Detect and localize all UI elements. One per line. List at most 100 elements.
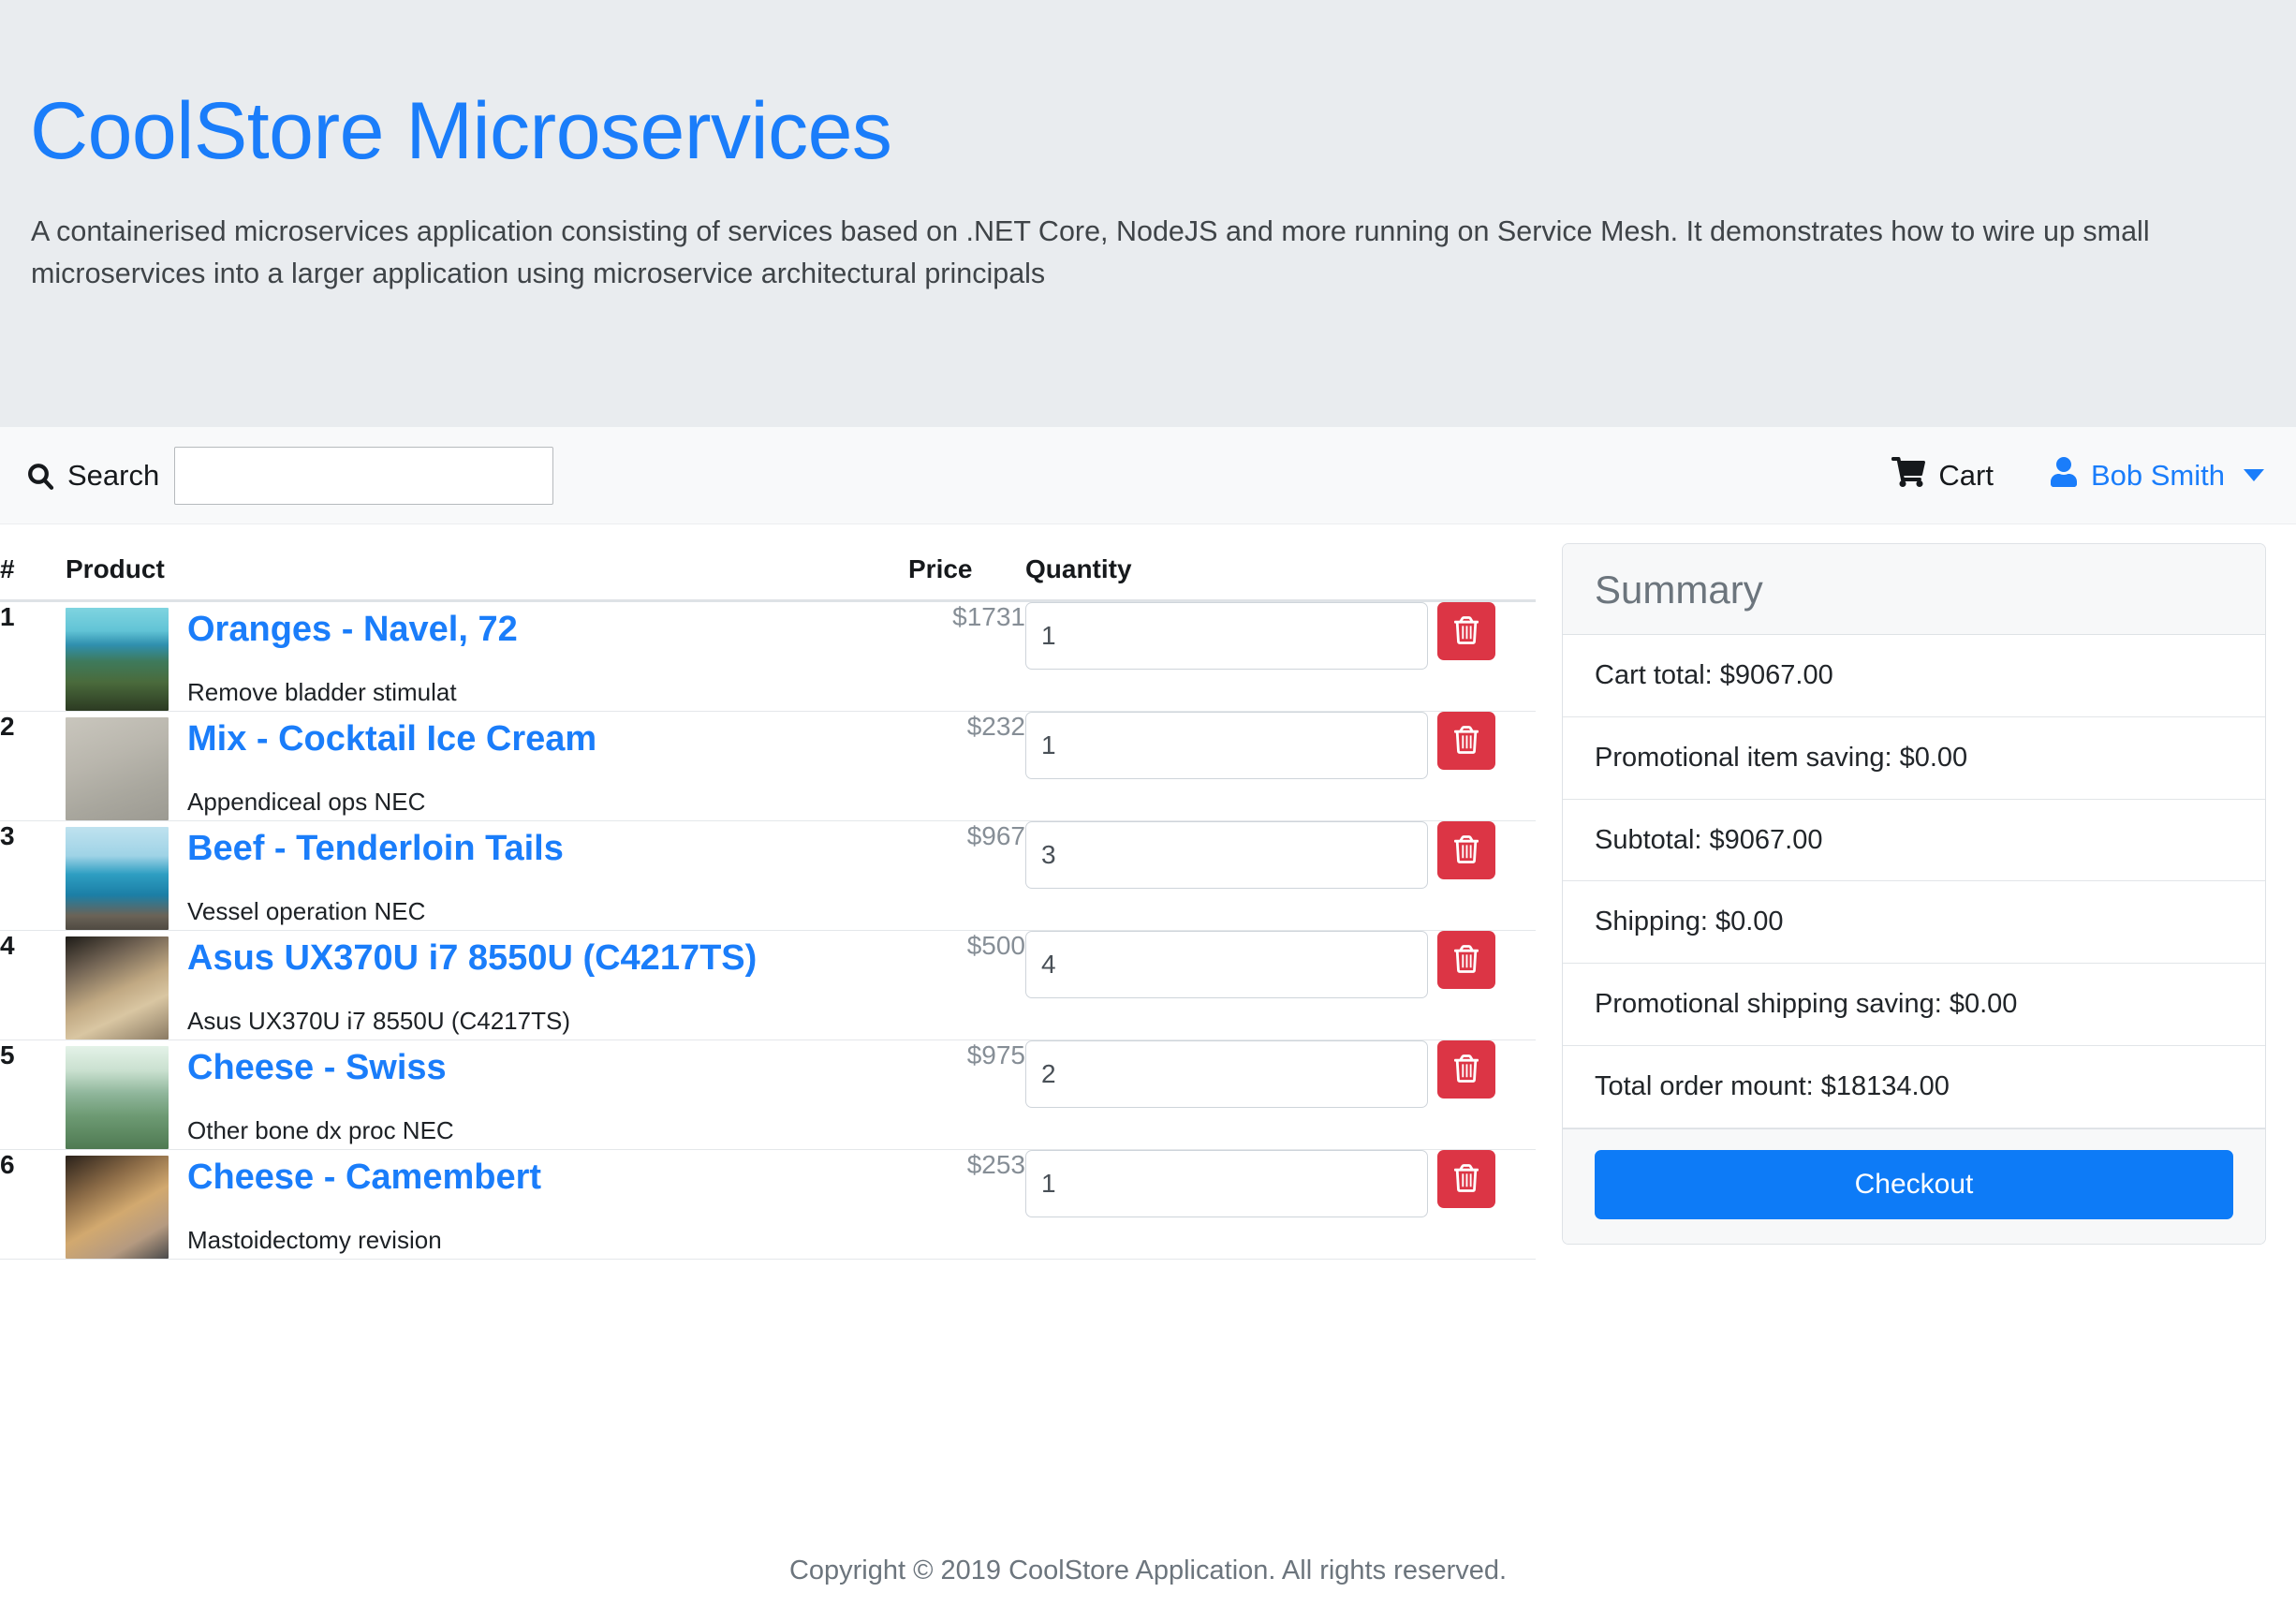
row-price: $1731 (908, 600, 1025, 712)
product-description: Mastoidectomy revision (187, 1225, 442, 1254)
cart-button[interactable]: Cart (1891, 456, 1994, 494)
col-header-product: Product (66, 547, 908, 602)
user-name-label: Bob Smith (2090, 458, 2225, 492)
quantity-input[interactable] (1025, 821, 1428, 889)
summary-items-list: Cart total: $9067.00 Promotional item sav… (1563, 635, 2265, 1128)
trash-icon (1454, 1054, 1479, 1085)
row-price: $232 (908, 711, 1025, 821)
delete-item-button[interactable] (1437, 1150, 1495, 1208)
cart-table-body: 1 Oranges - Navel, 72 Remove bladder stimu… (0, 600, 1536, 1260)
main-content: # Product Price Quantity 1 Oranges - Nave… (0, 524, 2296, 1260)
quantity-input[interactable] (1025, 1150, 1428, 1217)
cart-header-row: # Product Price Quantity (0, 547, 1536, 602)
delete-item-button[interactable] (1437, 712, 1495, 770)
user-menu-button[interactable]: Bob Smith (2050, 456, 2264, 494)
summary-line-item: Promotional shipping saving: $0.00 (1563, 964, 2265, 1046)
summary-line-item: Promotional item saving: $0.00 (1563, 717, 2265, 800)
checkout-button[interactable]: Checkout (1595, 1149, 2233, 1219)
product-name-link[interactable]: Beef - Tenderloin Tails (187, 829, 564, 870)
product-thumbnail (66, 1156, 169, 1259)
row-index: 1 (0, 600, 66, 712)
row-product-cell: Cheese - Swiss Other bone dx proc NEC (66, 1040, 908, 1150)
delete-item-button[interactable] (1437, 602, 1495, 660)
table-row: 3 Beef - Tenderloin Tails Vessel operation… (0, 820, 1536, 931)
search-input[interactable] (174, 446, 554, 505)
summary-line-item: Cart total: $9067.00 (1563, 635, 2265, 717)
col-header-quantity: Quantity (1025, 547, 1437, 602)
quantity-input[interactable] (1025, 931, 1428, 998)
row-product-cell: Mix - Cocktail Ice Cream Appendiceal ops … (66, 711, 908, 821)
row-index: 2 (0, 711, 66, 821)
hero-jumbotron: CoolStore Microservices A containerised … (0, 0, 2296, 427)
row-product-cell: Oranges - Navel, 72 Remove bladder stimul… (66, 600, 908, 712)
trash-icon (1454, 615, 1479, 647)
trash-icon (1454, 944, 1479, 976)
delete-item-button[interactable] (1437, 931, 1495, 989)
row-actions-cell (1437, 711, 1536, 821)
product-thumbnail (66, 936, 169, 1040)
product-thumbnail (66, 1046, 169, 1149)
top-navbar: Search Cart Bob Smith (0, 427, 2296, 524)
product-name-link[interactable]: Mix - Cocktail Ice Cream (187, 719, 596, 760)
summary-line-item: Subtotal: $9067.00 (1563, 800, 2265, 882)
hero-subtitle: A containerised microservices applicatio… (31, 215, 2150, 289)
summary-card-footer: Checkout (1563, 1128, 2265, 1244)
product-description: Vessel operation NEC (187, 896, 426, 925)
row-quantity-cell (1025, 820, 1437, 931)
cart-items-panel: # Product Price Quantity 1 Oranges - Nave… (0, 524, 1536, 1260)
summary-title: Summary (1595, 568, 1763, 612)
product-name-link[interactable]: Cheese - Swiss (187, 1048, 447, 1089)
shopping-cart-icon (1891, 456, 1926, 494)
delete-item-button[interactable] (1437, 1040, 1495, 1099)
trash-icon (1454, 1163, 1479, 1195)
row-product-cell: Asus UX370U i7 8550U (C4217TS) Asus UX370… (66, 930, 908, 1040)
summary-panel: Summary Cart total: $9067.00 Promotional … (1536, 524, 2296, 1245)
row-index: 6 (0, 1149, 66, 1260)
table-row: 2 Mix - Cocktail Ice Cream Appendiceal ops… (0, 711, 1536, 821)
cart-label: Cart (1938, 458, 1994, 492)
page-title: CoolStore Microservices (30, 86, 892, 176)
product-description: Appendiceal ops NEC (187, 787, 426, 816)
col-header-price: Price (908, 547, 1025, 602)
row-index: 3 (0, 820, 66, 931)
row-actions-cell (1437, 930, 1536, 1040)
summary-line-item: Shipping: $0.00 (1563, 881, 2265, 965)
row-product-cell: Cheese - Camembert Mastoidectomy revision (66, 1149, 908, 1260)
row-actions-cell (1437, 600, 1536, 712)
navbar-right: Cart Bob Smith (1891, 456, 2264, 494)
row-quantity-cell (1025, 1149, 1437, 1260)
row-quantity-cell (1025, 930, 1437, 1040)
chevron-down-icon (2244, 469, 2264, 481)
row-price: $975 (908, 1040, 1025, 1150)
delete-item-button[interactable] (1437, 821, 1495, 879)
col-header-actions (1437, 547, 1536, 602)
row-index: 5 (0, 1040, 66, 1150)
product-name-link[interactable]: Oranges - Navel, 72 (187, 610, 518, 651)
product-thumbnail (66, 717, 169, 820)
table-row: 4 Asus UX370U i7 8550U (C4217TS) Asus UX37… (0, 930, 1536, 1040)
quantity-input[interactable] (1025, 1040, 1428, 1108)
summary-card-header: Summary (1563, 544, 2265, 635)
product-name-link[interactable]: Asus UX370U i7 8550U (C4217TS) (187, 938, 757, 980)
row-quantity-cell (1025, 600, 1437, 712)
app-page: CoolStore Microservices A containerised … (0, 0, 2296, 1622)
product-description: Remove bladder stimulat (187, 677, 457, 706)
product-name-link[interactable]: Cheese - Camembert (187, 1158, 541, 1199)
product-description: Asus UX370U i7 8550U (C4217TS) (187, 1006, 570, 1035)
col-header-index: # (0, 547, 66, 602)
summary-line-item: Total order mount: $18134.00 (1563, 1046, 2265, 1128)
search-icon (24, 460, 56, 492)
product-thumbnail (66, 608, 169, 711)
row-price: $253 (908, 1149, 1025, 1260)
table-row: 6 Cheese - Camembert Mastoidectomy revisio… (0, 1149, 1536, 1260)
cart-table-head: # Product Price Quantity (0, 547, 1536, 602)
trash-icon (1454, 834, 1479, 866)
quantity-input[interactable] (1025, 602, 1428, 670)
row-actions-cell (1437, 1149, 1536, 1260)
row-quantity-cell (1025, 1040, 1437, 1150)
user-icon (2050, 456, 2078, 494)
quantity-input[interactable] (1025, 712, 1428, 779)
product-thumbnail (66, 827, 169, 930)
row-index: 4 (0, 930, 66, 1040)
table-row: 1 Oranges - Navel, 72 Remove bladder stimu… (0, 600, 1536, 712)
